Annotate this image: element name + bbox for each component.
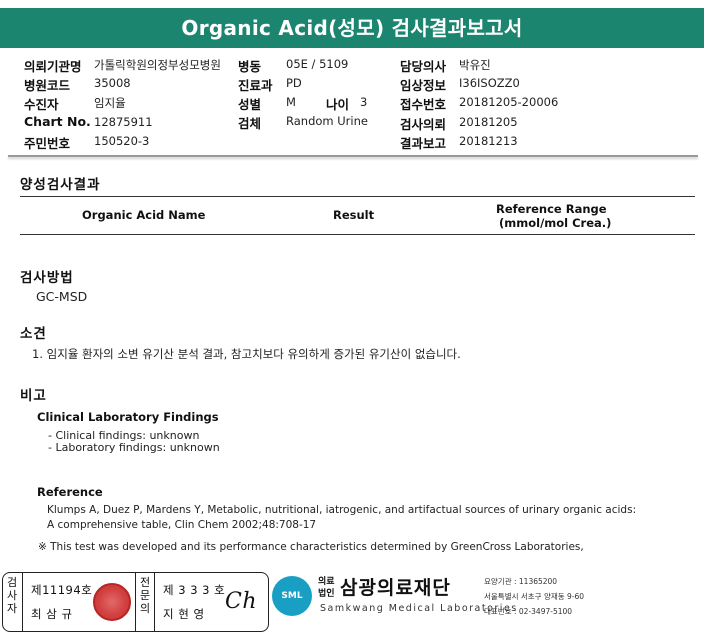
dept-label: 진료과: [238, 78, 273, 93]
dept-value: PD: [286, 76, 302, 90]
patient-value: 임지율: [94, 96, 126, 110]
chart-no-value: 12875911: [94, 115, 153, 129]
hospital-code-value: 35008: [94, 76, 131, 90]
report-date-label: 결과보고: [400, 136, 447, 151]
col-reference-range: Reference Range: [496, 202, 607, 216]
request-value: 20181205: [459, 115, 518, 129]
col-reference-unit: (mmol/mol Crea.): [499, 216, 612, 230]
method-value: GC-MSD: [36, 289, 88, 304]
divider: [154, 573, 155, 631]
reference-title: Reference: [37, 485, 103, 499]
chart-no-label: Chart No.: [24, 114, 91, 129]
ssn-label: 주민번호: [24, 136, 71, 151]
doctor-label: 담당의사: [400, 59, 447, 74]
age-label: 나이: [326, 97, 350, 112]
specialist-license: 제 3 3 3 호: [163, 583, 226, 597]
header-divider: [8, 155, 698, 157]
reference-line: A comprehensive table, Clin Chem 2002;48…: [47, 519, 317, 531]
remarks-title: 비고: [20, 388, 47, 404]
clinical-findings-title: Clinical Laboratory Findings: [37, 410, 219, 424]
reference-line: Klumps A, Duez P, Mardens Y, Metabolic, …: [47, 504, 637, 516]
inspector-seal: [93, 583, 131, 621]
report-date-value: 20181213: [459, 134, 518, 148]
hospital-label: 의뢰기관명: [24, 59, 82, 74]
patient-label: 수진자: [24, 97, 59, 112]
patient-info-header: 의뢰기관명 가톨릭학원의정부성모병원 병동 05E / 5109 담당의사 박유…: [0, 56, 704, 152]
org-address: 서울특별시 서초구 양재동 9-60: [484, 592, 585, 601]
receipt-value: 20181205-20006: [459, 95, 559, 109]
ward-label: 병동: [238, 59, 262, 74]
positive-results-title: 양성검사결과: [20, 177, 101, 193]
sex-value: M: [286, 95, 296, 109]
ward-value: 05E / 5109: [286, 57, 349, 71]
specialist-name: 지 현 영: [163, 607, 205, 621]
doctor-value: 박유진: [459, 58, 491, 72]
receipt-label: 접수번호: [400, 97, 447, 112]
inspector-name: 최 삼 규: [31, 607, 73, 621]
clinical-info-label: 임상정보: [400, 78, 447, 93]
inspector-license: 제11194호: [31, 583, 93, 597]
inspector-label: 검사자: [6, 576, 18, 615]
age-value: 3: [360, 95, 368, 109]
laboratory-findings-item: - Laboratory findings: unknown: [48, 441, 220, 454]
org-code: 요양기관 : 11365200: [484, 577, 558, 586]
specialist-signature: Ch: [225, 589, 258, 614]
org-type: 의료: [318, 577, 335, 587]
hospital-value: 가톨릭학원의정부성모병원: [94, 58, 221, 72]
org-phone: 대표번호 : 02-3497-5100: [484, 607, 573, 616]
sml-logo-icon: SML: [272, 576, 312, 616]
org-name: 삼광의료재단: [340, 577, 451, 599]
findings-title: 소견: [20, 326, 47, 342]
specialist-label: 전문의: [139, 576, 151, 615]
ssn-value: 150520-3: [94, 134, 150, 148]
signature-box: 검사자 제11194호 최 삼 규 전문의 제 3 3 3 호 지 현 영 Ch: [2, 572, 269, 632]
report-footer: 검사자 제11194호 최 삼 규 전문의 제 3 3 3 호 지 현 영 Ch…: [0, 566, 704, 637]
divider: [22, 573, 23, 631]
col-organic-acid-name: Organic Acid Name: [82, 208, 206, 222]
hospital-code-label: 병원코드: [24, 78, 71, 93]
findings-item: 1. 임지율 환자의 소변 유기산 분석 결과, 참고치보다 유의하게 증가된 …: [32, 347, 461, 361]
clinical-info-value: I36ISOZZ0: [459, 76, 520, 90]
sex-label: 성별: [238, 97, 262, 112]
divider: [135, 573, 136, 631]
request-label: 검사의뢰: [400, 117, 447, 132]
specimen-value: Random Urine: [286, 114, 368, 128]
table-top-rule: [20, 196, 695, 197]
org-type: 법인: [318, 589, 335, 599]
report-title: Organic Acid(성모) 검사결과보고서: [0, 8, 704, 48]
table-bottom-rule: [20, 234, 695, 235]
method-title: 검사방법: [20, 270, 74, 286]
col-result: Result: [333, 208, 375, 222]
specimen-label: 검체: [238, 116, 262, 131]
footnote: ※ This test was developed and its perfor…: [38, 541, 584, 553]
